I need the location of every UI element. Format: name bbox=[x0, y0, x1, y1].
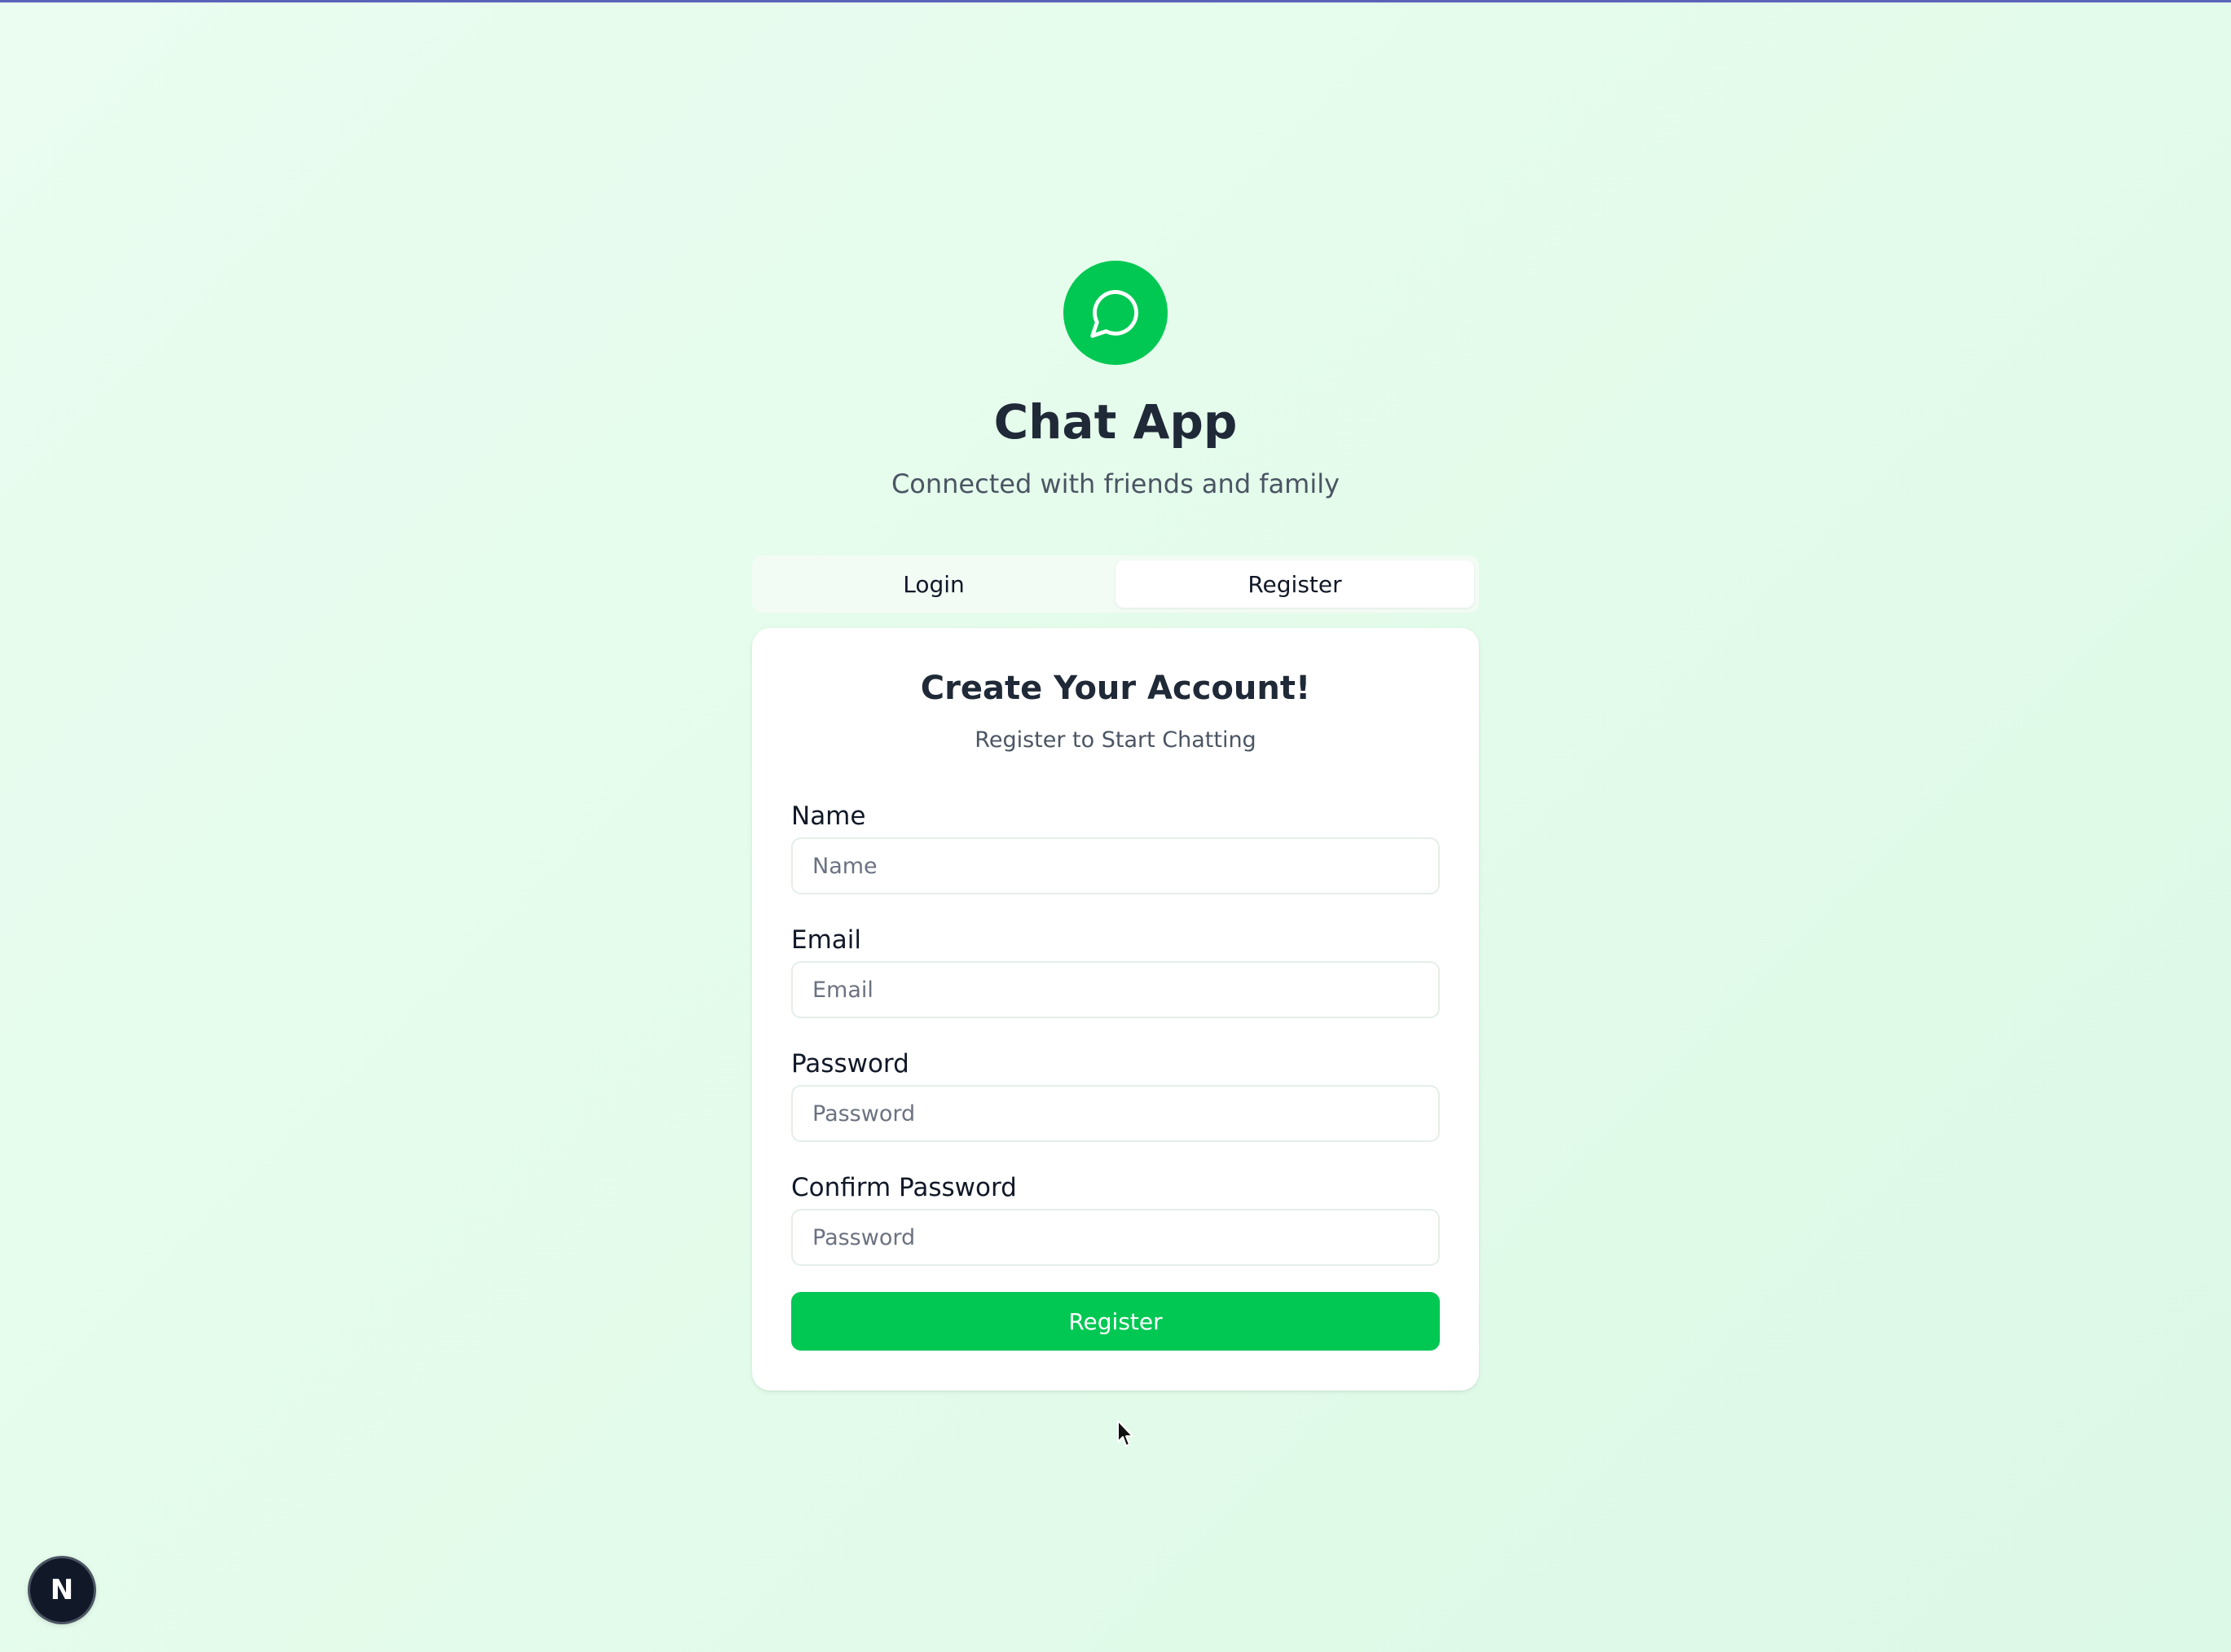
email-input[interactable] bbox=[791, 961, 1440, 1018]
chat-bubble-icon bbox=[1090, 290, 1138, 338]
form-title: Create Your Account! bbox=[920, 670, 1311, 707]
app-title: Chat App bbox=[993, 394, 1238, 450]
confirm-password-input[interactable] bbox=[791, 1209, 1440, 1266]
auth-tabs: Login Register bbox=[752, 556, 1479, 613]
register-card: Create Your Account! Register to Start C… bbox=[752, 628, 1479, 1391]
window-top-border bbox=[0, 0, 2231, 2]
form-subtitle: Register to Start Chatting bbox=[975, 727, 1256, 753]
name-label: Name bbox=[791, 802, 866, 831]
app-logo bbox=[1063, 261, 1168, 365]
password-input[interactable] bbox=[791, 1085, 1440, 1142]
nextjs-icon[interactable]: N bbox=[30, 1558, 94, 1622]
name-input[interactable] bbox=[791, 837, 1440, 894]
email-label: Email bbox=[791, 925, 862, 955]
confirm-password-label: Confirm Password bbox=[791, 1173, 1017, 1202]
password-label: Password bbox=[791, 1049, 909, 1079]
tab-register[interactable]: Register bbox=[1116, 560, 1474, 608]
mouse-cursor-icon bbox=[1117, 1420, 1133, 1447]
tab-login[interactable]: Login bbox=[757, 560, 1111, 608]
register-button[interactable]: Register bbox=[791, 1292, 1440, 1351]
app-subtitle: Connected with friends and family bbox=[891, 468, 1340, 499]
